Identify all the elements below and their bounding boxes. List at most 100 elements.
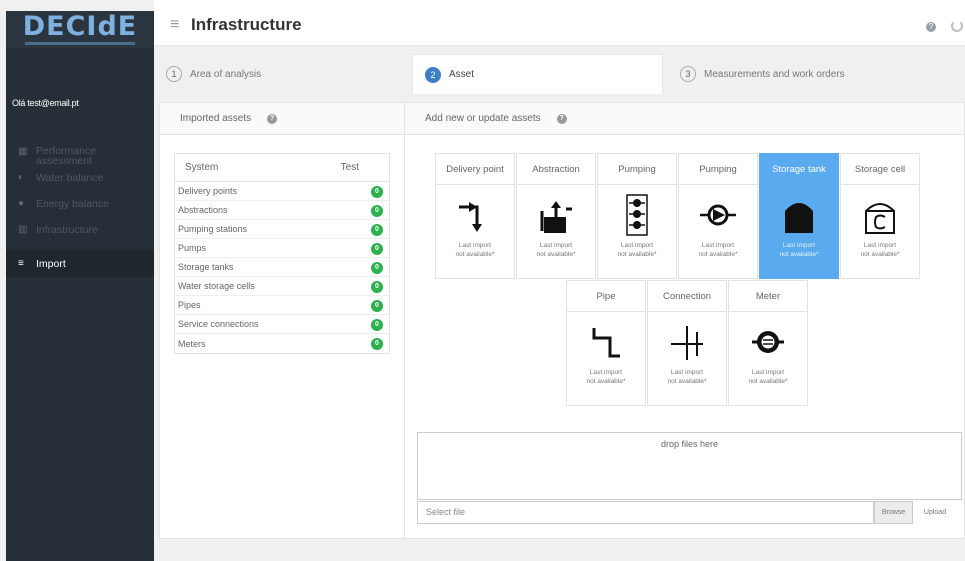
energy-icon: ● — [18, 198, 25, 209]
step-area-of-analysis[interactable]: 1 Area of analysis — [154, 54, 407, 94]
asset-card-meter[interactable]: Meter Last import not available* — [728, 280, 808, 406]
pipe-icon — [567, 316, 645, 368]
water-icon: ◐ — [18, 172, 25, 183]
browse-button[interactable]: Browse — [874, 501, 913, 524]
table-row: Water storage cells 0 — [175, 277, 389, 296]
last-import-note: not available* — [617, 251, 657, 258]
count-badge: 0 — [371, 262, 383, 274]
sidebar-item-label: Import — [36, 257, 66, 270]
sidebar-item-energy-balance[interactable]: ● Energy balance — [6, 198, 154, 224]
upload-button[interactable]: Upload — [916, 501, 954, 524]
asset-card-delivery-point[interactable]: Delivery point Last import not available… — [435, 153, 515, 279]
sidebar-item-infrastructure[interactable]: ▥ Infrastructure — [6, 224, 154, 250]
logo[interactable]: DECIdE — [6, 11, 154, 48]
pump-icon — [679, 189, 757, 241]
last-import-note: not available* — [455, 251, 495, 258]
help-icon[interactable]: ? — [267, 113, 278, 124]
table-row: Delivery points 0 — [175, 182, 389, 201]
row-label: Delivery points — [178, 186, 238, 196]
row-label: Meters — [178, 338, 206, 349]
asset-card-label: Meter — [729, 281, 807, 312]
step-number: 2 — [425, 66, 441, 83]
help-icon[interactable]: ? — [556, 113, 567, 124]
step-measurements[interactable]: 3 Measurements and work orders — [668, 54, 965, 94]
logo-text: DECIdE — [22, 11, 138, 42]
last-import-note: Last import — [701, 242, 735, 249]
last-import-note: not available* — [536, 251, 576, 258]
row-label: Service connections — [178, 319, 259, 329]
infrastructure-icon: ▥ — [18, 224, 28, 235]
asset-card-storage-tank[interactable]: Storage tank Last import not available* — [759, 153, 839, 279]
storage-tank-icon — [760, 189, 838, 241]
table-row: Pumping stations 0 — [175, 220, 389, 239]
count-badge: 0 — [371, 300, 383, 312]
panel-title: Add new or update assets — [425, 113, 541, 124]
file-select-input[interactable]: Select file — [417, 501, 874, 524]
last-import-note: Last import — [751, 369, 785, 376]
count-badge: 0 — [371, 338, 383, 350]
sidebar-item-performance-assessment[interactable]: ▦ Performance assessment — [6, 146, 154, 172]
panel-title: Imported assets — [180, 113, 252, 124]
connection-icon — [648, 316, 726, 368]
row-label: Pipes — [178, 300, 201, 310]
last-import-note: Last import — [620, 242, 654, 249]
last-import-note: not available* — [586, 378, 626, 385]
imported-assets-table: System Test Delivery points 0 Abstraction… — [174, 153, 390, 354]
step-label: Area of analysis — [190, 68, 262, 80]
imported-assets-panel: Imported assets ? System Test Delivery p… — [159, 102, 405, 539]
asset-card-connection[interactable]: Connection Last import not available* — [647, 280, 727, 406]
last-import-note: Last import — [539, 242, 573, 249]
asset-card-label: Delivery point — [436, 154, 514, 185]
last-import-note: not available* — [748, 378, 788, 385]
column-header-system: System — [185, 162, 219, 173]
panel-header: Imported assets ? — [160, 103, 404, 135]
last-import-note: not available* — [698, 251, 738, 258]
count-badge: 0 — [371, 243, 383, 255]
help-icon[interactable]: ? — [926, 22, 936, 32]
table-row: Meters 0 — [175, 334, 389, 353]
asset-card-label: Pumping — [598, 154, 676, 185]
last-import-note: not available* — [667, 378, 707, 385]
step-asset[interactable]: 2 Asset — [412, 54, 663, 94]
asset-card-label: Abstraction — [517, 154, 595, 185]
table-row: Pumps 0 — [175, 239, 389, 258]
step-number: 3 — [680, 66, 696, 82]
asset-card-label: Pipe — [567, 281, 645, 312]
last-import-note: Last import — [782, 242, 816, 249]
add-assets-panel: Add new or update assets ? Delivery poin… — [405, 102, 965, 539]
meter-icon — [729, 316, 807, 368]
delivery-point-icon — [436, 189, 514, 241]
asset-card-abstraction[interactable]: Abstraction Last import not available* — [516, 153, 596, 279]
sidebar-item-label: Water balance — [36, 172, 104, 184]
chart-icon: ▦ — [18, 146, 28, 157]
asset-card-storage-cell[interactable]: Storage cell Last import not available* — [840, 153, 920, 279]
asset-card-label: Storage cell — [841, 154, 919, 185]
row-label: Pumps — [178, 243, 207, 253]
asset-card-pump[interactable]: Pumping Last import not available* — [678, 153, 758, 279]
sidebar: DECIdE Olá test@email.pt ▦ Performance a… — [6, 11, 154, 561]
row-label: Pumping stations — [178, 224, 248, 234]
sidebar-item-water-balance[interactable]: ◐ Water balance — [6, 172, 154, 198]
row-label: Abstractions — [178, 205, 228, 215]
asset-card-pumping-station[interactable]: Pumping Last import not available* — [597, 153, 677, 279]
list-icon: ≡ — [18, 257, 24, 269]
sidebar-item-label: Infrastructure — [36, 224, 98, 236]
abstraction-icon — [517, 189, 595, 241]
last-import-note: not available* — [779, 251, 819, 258]
asset-card-pipe[interactable]: Pipe Last import not available* — [566, 280, 646, 406]
asset-card-label: Pumping — [679, 154, 757, 185]
sidebar-item-label: Energy balance — [36, 198, 109, 210]
power-icon[interactable] — [951, 20, 963, 32]
panel-header: Add new or update assets ? — [405, 103, 964, 135]
logo-subtitle-bar — [25, 42, 135, 45]
sidebar-item-import[interactable]: ≡ Import — [6, 250, 154, 277]
count-badge: 0 — [371, 224, 383, 236]
table-row: Pipes 0 — [175, 296, 389, 315]
asset-card-label: Storage tank — [760, 154, 838, 185]
step-label: Asset — [449, 69, 475, 80]
menu-icon[interactable]: ≡ — [170, 16, 179, 34]
step-label: Measurements and work orders — [704, 68, 845, 80]
step-number: 1 — [166, 66, 182, 82]
file-dropzone[interactable]: drop files here — [417, 432, 962, 500]
last-import-note: Last import — [863, 242, 897, 249]
